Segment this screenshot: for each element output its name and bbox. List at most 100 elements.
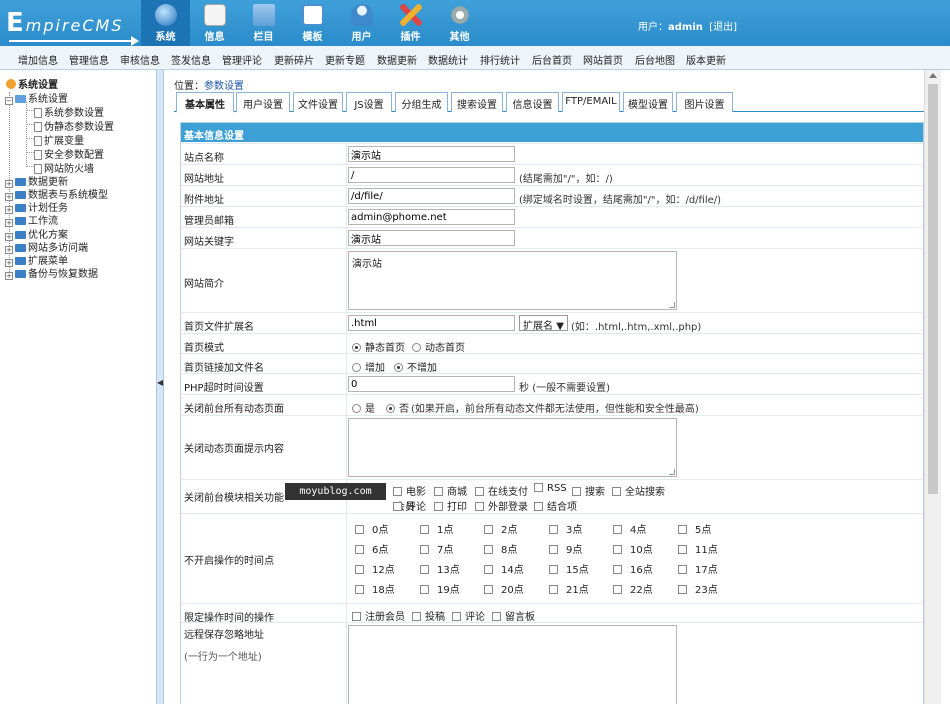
tab-info-settings[interactable]: 信息设置 bbox=[506, 92, 559, 112]
chk-module-rss[interactable]: RSS bbox=[534, 483, 567, 494]
ext-select[interactable]: 扩展名 ▼ bbox=[519, 315, 568, 332]
chk-hour-17[interactable]: 17点 bbox=[678, 561, 718, 576]
chk-hour-23[interactable]: 23点 bbox=[678, 581, 718, 596]
menu-update-fragments[interactable]: 更新碎片 bbox=[274, 52, 314, 67]
scroll-thumb[interactable] bbox=[928, 84, 938, 494]
keywords-input[interactable] bbox=[348, 230, 515, 246]
tab-info[interactable]: 信息 bbox=[190, 0, 239, 46]
vertical-scrollbar[interactable] bbox=[924, 70, 941, 704]
chk-op-comment[interactable]: 评论 bbox=[452, 608, 485, 623]
tab-other[interactable]: 其他 bbox=[435, 0, 484, 46]
chk-hour-12[interactable]: 12点 bbox=[355, 561, 395, 576]
tab-search-settings[interactable]: 搜索设置 bbox=[451, 92, 503, 112]
sidebar-splitter[interactable]: ◀ bbox=[156, 70, 164, 704]
menu-data-stats[interactable]: 数据统计 bbox=[428, 52, 468, 67]
menu-admin-home[interactable]: 后台首页 bbox=[532, 52, 572, 67]
chk-module-shop[interactable]: 商城 bbox=[434, 483, 467, 498]
menu-rank-stats[interactable]: 排行统计 bbox=[480, 52, 520, 67]
tab-plugin[interactable]: 插件 bbox=[386, 0, 435, 46]
tab-user[interactable]: 用户 bbox=[337, 0, 386, 46]
chk-op-guestbook[interactable]: 留言板 bbox=[492, 608, 535, 623]
radio-dynamic-index[interactable]: 动态首页 bbox=[412, 339, 465, 354]
chk-hour-9[interactable]: 9点 bbox=[549, 541, 582, 556]
tree-item-system-params[interactable]: 系统参数设置 bbox=[34, 104, 104, 119]
chk-hour-21[interactable]: 21点 bbox=[549, 581, 589, 596]
radio-static-index[interactable]: 静态首页 bbox=[352, 339, 405, 354]
chk-hour-22[interactable]: 22点 bbox=[613, 581, 653, 596]
attach-url-input[interactable] bbox=[348, 188, 515, 204]
tab-group-gen[interactable]: 分组生成 bbox=[395, 92, 448, 112]
tab-system[interactable]: 系统 bbox=[141, 0, 190, 46]
tab-image-settings[interactable]: 图片设置 bbox=[676, 92, 733, 112]
description-textarea[interactable]: 演示站 bbox=[348, 251, 677, 310]
chk-hour-19[interactable]: 19点 bbox=[420, 581, 460, 596]
chk-hour-1[interactable]: 1点 bbox=[420, 521, 453, 536]
chk-hour-18[interactable]: 18点 bbox=[355, 581, 395, 596]
menu-update-topics[interactable]: 更新专题 bbox=[325, 52, 365, 67]
logout-link[interactable]: [退出] bbox=[709, 22, 737, 33]
radio-close-no[interactable]: 否 bbox=[386, 400, 409, 415]
remote-ignore-textarea[interactable] bbox=[348, 625, 677, 704]
radio-no-filename[interactable]: 不增加 bbox=[394, 359, 437, 374]
tab-column[interactable]: 栏目 bbox=[239, 0, 288, 46]
menu-review-info[interactable]: 审核信息 bbox=[120, 52, 160, 67]
close-tip-textarea[interactable] bbox=[348, 418, 677, 477]
site-name-input[interactable] bbox=[348, 146, 515, 162]
tab-js-settings[interactable]: JS设置 bbox=[346, 92, 392, 112]
index-ext-input[interactable] bbox=[348, 315, 515, 331]
chk-module-pay[interactable]: 在线支付 bbox=[475, 483, 528, 498]
chk-hour-5[interactable]: 5点 bbox=[678, 521, 711, 536]
menu-manage-info[interactable]: 管理信息 bbox=[69, 52, 109, 67]
scroll-up-icon[interactable] bbox=[929, 73, 937, 78]
menu-add-info[interactable]: 增加信息 bbox=[18, 52, 58, 67]
site-url-input[interactable] bbox=[348, 167, 515, 183]
chk-hour-8[interactable]: 8点 bbox=[484, 541, 517, 556]
radio-add-filename[interactable]: 增加 bbox=[352, 359, 385, 374]
tab-template[interactable]: 模板 bbox=[288, 0, 337, 46]
tree-root[interactable]: 系统设置 bbox=[6, 76, 58, 91]
menu-site-home[interactable]: 网站首页 bbox=[583, 52, 623, 67]
chk-module-extlogin[interactable]: 外部登录 bbox=[475, 498, 528, 513]
chk-module-fullsearch[interactable]: 全站搜索 bbox=[612, 483, 665, 498]
tab-basic[interactable]: 基本属性 bbox=[176, 92, 234, 113]
collapse-arrow-icon[interactable]: ◀ bbox=[157, 378, 163, 387]
chk-op-submit[interactable]: 投稿 bbox=[412, 608, 445, 623]
chk-hour-2[interactable]: 2点 bbox=[484, 521, 517, 536]
chk-module-print[interactable]: 打印 bbox=[434, 498, 467, 513]
chk-module-comment[interactable]: 评论 bbox=[393, 498, 426, 513]
admin-email-input[interactable] bbox=[348, 209, 515, 225]
collapse-icon[interactable]: − bbox=[5, 97, 13, 105]
chk-module-movie[interactable]: 电影 bbox=[393, 483, 426, 498]
chk-hour-3[interactable]: 3点 bbox=[549, 521, 582, 536]
chk-hour-6[interactable]: 6点 bbox=[355, 541, 388, 556]
menu-manage-comments[interactable]: 管理评论 bbox=[222, 52, 262, 67]
chk-module-combine[interactable]: 结合项 bbox=[534, 498, 577, 513]
tree-folder-backup[interactable]: + 备份与恢复数据 bbox=[5, 265, 98, 280]
chk-hour-20[interactable]: 20点 bbox=[484, 581, 524, 596]
tree-folder-system[interactable]: − 系统设置 bbox=[5, 90, 68, 105]
tree-item-rewrite-params[interactable]: 伪静态参数设置 bbox=[34, 118, 114, 133]
chk-op-register[interactable]: 注册会员 bbox=[352, 608, 405, 623]
tab-file-settings[interactable]: 文件设置 bbox=[293, 92, 343, 112]
menu-version-update[interactable]: 版本更新 bbox=[686, 52, 726, 67]
tree-folder-workflow[interactable]: + 工作流 bbox=[5, 212, 58, 227]
tree-item-security-config[interactable]: 安全参数配置 bbox=[34, 146, 104, 161]
menu-data-update[interactable]: 数据更新 bbox=[377, 52, 417, 67]
tree-item-ext-vars[interactable]: 扩展变量 bbox=[34, 132, 84, 147]
chk-hour-10[interactable]: 10点 bbox=[613, 541, 653, 556]
radio-close-yes[interactable]: 是 bbox=[352, 400, 375, 415]
menu-admin-map[interactable]: 后台地图 bbox=[635, 52, 675, 67]
chk-hour-16[interactable]: 16点 bbox=[613, 561, 653, 576]
chk-module-search[interactable]: 搜索 bbox=[572, 483, 605, 498]
chk-hour-13[interactable]: 13点 bbox=[420, 561, 460, 576]
chk-hour-15[interactable]: 15点 bbox=[549, 561, 589, 576]
chk-hour-0[interactable]: 0点 bbox=[355, 521, 388, 536]
tab-ftp-email[interactable]: FTP/EMAIL bbox=[562, 92, 620, 112]
tab-model-settings[interactable]: 模型设置 bbox=[623, 92, 673, 112]
chk-hour-4[interactable]: 4点 bbox=[613, 521, 646, 536]
chk-hour-7[interactable]: 7点 bbox=[420, 541, 453, 556]
menu-sign-info[interactable]: 签发信息 bbox=[171, 52, 211, 67]
tab-user-settings[interactable]: 用户设置 bbox=[236, 92, 290, 112]
expand-icon[interactable]: + bbox=[5, 272, 13, 280]
chk-hour-11[interactable]: 11点 bbox=[678, 541, 718, 556]
